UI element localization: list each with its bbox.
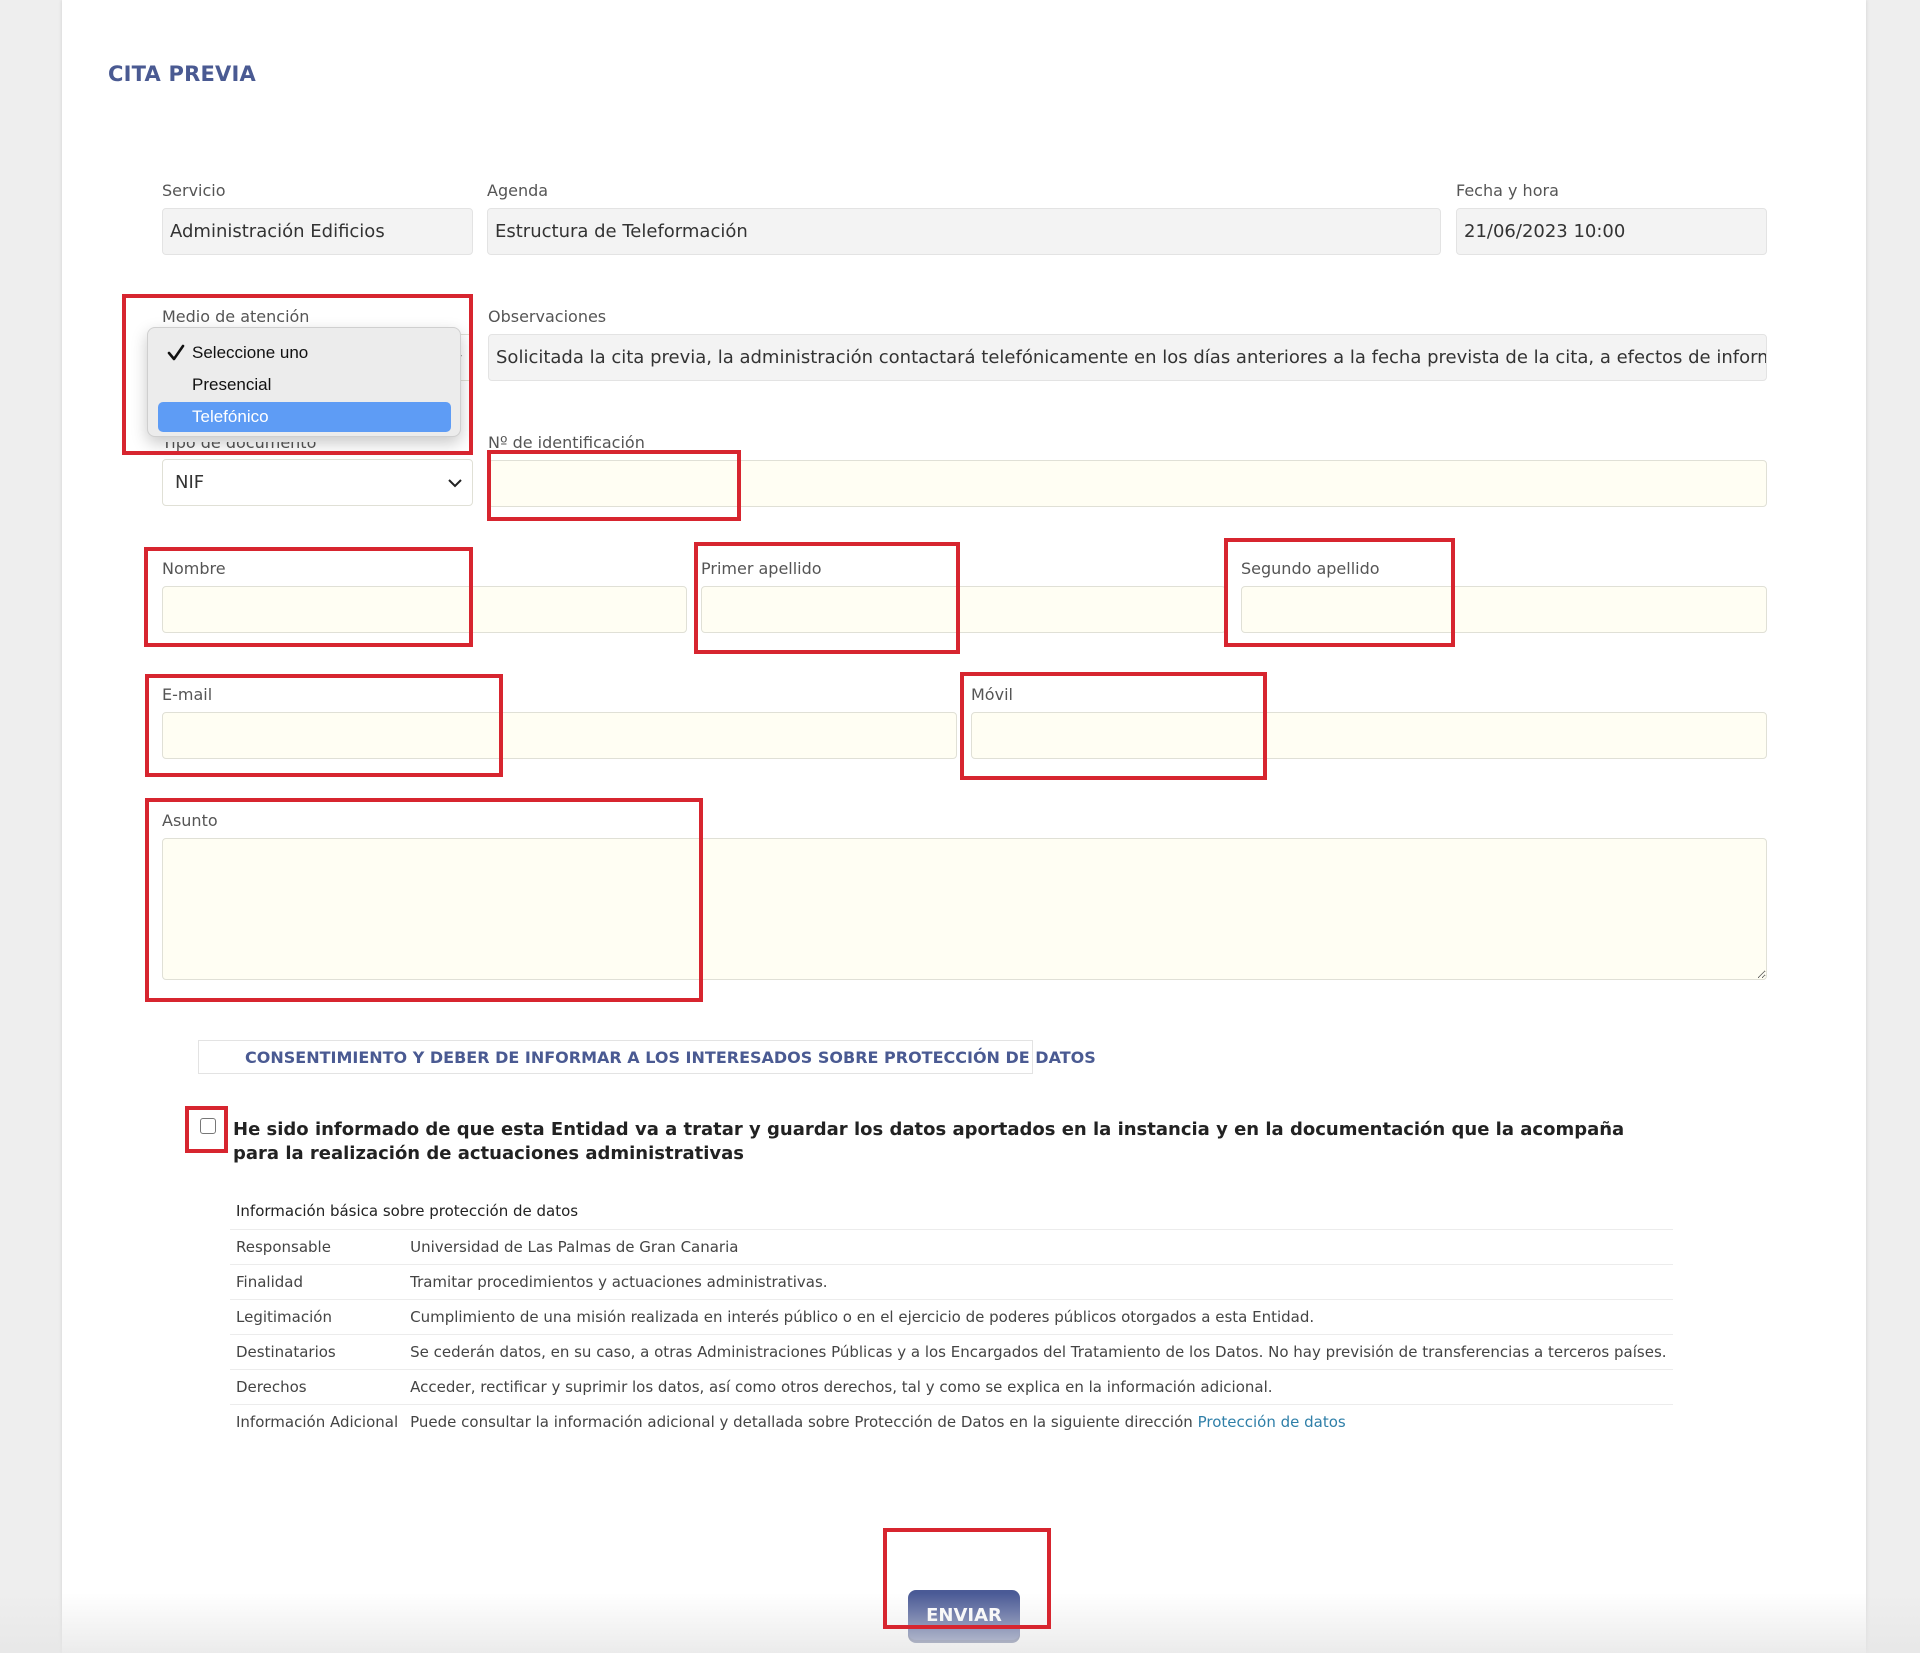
segundo-apellido-input[interactable] bbox=[1241, 586, 1767, 633]
option-telefonico[interactable]: Telefónico bbox=[158, 402, 451, 432]
servicio-field[interactable]: Administración Edificios bbox=[162, 208, 473, 255]
nombre-label: Nombre bbox=[162, 559, 226, 578]
medio-dropdown-menu: Seleccione uno Presencial Telefónico bbox=[147, 327, 461, 437]
observaciones-label: Observaciones bbox=[488, 307, 607, 326]
fecha-label: Fecha y hora bbox=[1456, 181, 1559, 200]
additional-text: Puede consultar la información adicional… bbox=[410, 1412, 1193, 1431]
servicio-label: Servicio bbox=[162, 181, 226, 200]
row-key: Responsable bbox=[230, 1228, 405, 1264]
segundo-apellido-label: Segundo apellido bbox=[1241, 559, 1380, 578]
consent-header: CONSENTIMIENTO Y DEBER DE INFORMAR A LOS… bbox=[198, 1040, 1096, 1074]
identificacion-input[interactable] bbox=[488, 460, 1767, 507]
email-label: E-mail bbox=[162, 685, 213, 704]
row-key: Derechos bbox=[230, 1368, 405, 1404]
primer-apellido-label: Primer apellido bbox=[701, 559, 822, 578]
row-value: Cumplimiento de una misión realizada en … bbox=[404, 1298, 1673, 1334]
chevron-down-icon bbox=[446, 474, 464, 497]
checkmark-icon bbox=[166, 343, 186, 368]
row-key: Legitimación bbox=[230, 1298, 405, 1334]
consent-text: He sido informado de que esta Entidad va… bbox=[233, 1119, 1625, 1164]
option-label: Telefónico bbox=[192, 407, 269, 426]
info-title: Información básica sobre protección de d… bbox=[236, 1202, 579, 1221]
fecha-field[interactable]: 21/06/2023 10:00 bbox=[1456, 208, 1767, 255]
nombre-input[interactable] bbox=[162, 586, 687, 633]
consent-checkbox[interactable] bbox=[200, 1118, 216, 1134]
primer-apellido-input[interactable] bbox=[701, 586, 1226, 633]
tipo-documento-value: NIF bbox=[175, 472, 205, 493]
row-key: Finalidad bbox=[230, 1263, 405, 1299]
movil-label: Móvil bbox=[971, 685, 1013, 704]
option-label: Seleccione uno bbox=[192, 343, 309, 362]
email-input[interactable] bbox=[162, 712, 957, 759]
option-label: Presencial bbox=[192, 375, 272, 394]
table-row: Derechos Acceder, rectificar y suprimir l… bbox=[230, 1368, 1673, 1404]
agenda-label: Agenda bbox=[487, 181, 549, 200]
asunto-textarea[interactable] bbox=[162, 838, 1767, 980]
table-row: Responsable Universidad de Las Palmas de … bbox=[230, 1228, 1673, 1264]
row-key: Destinatarios bbox=[230, 1333, 405, 1369]
agenda-field[interactable]: Estructura de Teleformación bbox=[487, 208, 1441, 255]
proteccion-datos-link[interactable]: Protección de datos bbox=[1198, 1413, 1346, 1431]
table-row: Información Adicional Puede consultar la… bbox=[230, 1403, 1673, 1439]
medio-label: Medio de atención bbox=[162, 307, 310, 326]
option-presencial[interactable]: Presencial bbox=[158, 370, 451, 400]
row-value: Acceder, rectificar y suprimir los datos… bbox=[404, 1368, 1673, 1404]
row-value: Puede consultar la información adicional… bbox=[404, 1403, 1673, 1439]
row-value: Universidad de Las Palmas de Gran Canari… bbox=[404, 1228, 1673, 1264]
table-row: Legitimación Cumplimiento de una misión r… bbox=[230, 1298, 1673, 1334]
page-title: CITA PREVIA bbox=[108, 62, 256, 86]
table-row: Destinatarios Se cederán datos, en su cas… bbox=[230, 1333, 1673, 1369]
row-key: Información Adicional bbox=[230, 1403, 405, 1439]
asunto-label: Asunto bbox=[162, 811, 218, 830]
tipo-documento-select[interactable]: NIF bbox=[162, 459, 473, 506]
data-protection-table: Información básica sobre protección de d… bbox=[230, 1194, 1673, 1439]
option-seleccione-uno[interactable]: Seleccione uno bbox=[158, 338, 451, 368]
row-value: Tramitar procedimientos y actuaciones ad… bbox=[404, 1263, 1673, 1299]
observaciones-field[interactable]: Solicitada la cita previa, la administra… bbox=[488, 334, 1767, 381]
movil-input[interactable] bbox=[971, 712, 1767, 759]
table-row: Finalidad Tramitar procedimientos y actua… bbox=[230, 1263, 1673, 1299]
identificacion-label: Nº de identificación bbox=[488, 433, 645, 452]
row-value: Se cederán datos, en su caso, a otras Ad… bbox=[404, 1333, 1673, 1369]
enviar-button[interactable]: ENVIAR bbox=[908, 1590, 1020, 1640]
